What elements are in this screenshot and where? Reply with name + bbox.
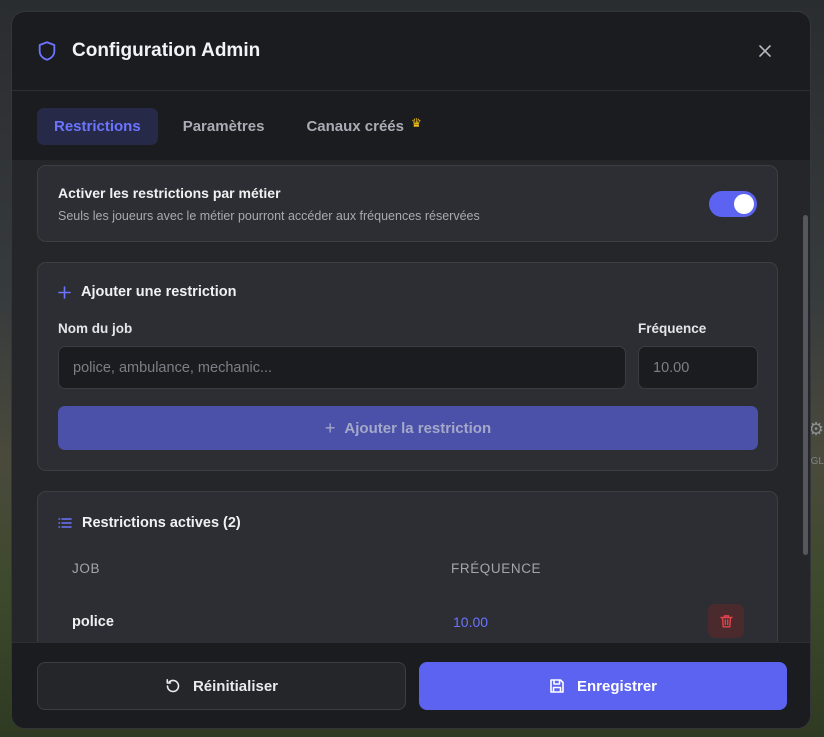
close-button[interactable] [754, 40, 776, 62]
shield-icon [38, 41, 56, 61]
job-name-label: Nom du job [58, 321, 133, 336]
list-icon [58, 518, 72, 528]
close-icon [759, 45, 771, 57]
job-name-input[interactable] [58, 346, 626, 389]
active-restrictions-title: Restrictions actives (2) [82, 515, 241, 531]
tab-bar: Restrictions Paramètres Canaux créés ♛ [12, 92, 810, 160]
frequency-label: Fréquence [638, 321, 707, 336]
reset-icon [166, 679, 180, 693]
add-restriction-button-label: Ajouter la restriction [344, 419, 492, 437]
add-restriction-button[interactable]: + Ajouter la restriction [58, 406, 758, 450]
add-restriction-card: Ajouter une restriction Nom du job Fréqu… [37, 262, 778, 471]
plus-icon [58, 285, 71, 299]
restrictions-toggle[interactable] [709, 191, 757, 217]
frequency-input[interactable] [638, 346, 758, 389]
active-restrictions-card: Restrictions actives (2) JOB FRÉQUENCE p… [37, 491, 778, 642]
content-scrollbar[interactable] [803, 215, 808, 555]
toggle-title: Activer les restrictions par métier [58, 185, 281, 201]
add-restriction-header: Ajouter une restriction [58, 284, 237, 300]
trash-icon [719, 615, 733, 628]
toggle-description: Seuls les joueurs avec le métier pourron… [58, 209, 480, 223]
reset-button-label: Réinitialiser [192, 677, 279, 695]
admin-config-modal: Configuration Admin Restrictions Paramèt… [11, 11, 811, 729]
modal-title: Configuration Admin [72, 40, 261, 61]
tab-label: Canaux créés [306, 117, 404, 135]
save-button-label: Enregistrer [576, 677, 658, 695]
tab-parametres[interactable]: Paramètres [166, 108, 282, 145]
tab-label: Paramètres [182, 117, 265, 135]
plus-icon: + [324, 417, 336, 438]
job-restriction-toggle-card: Activer les restrictions par métier Seul… [37, 165, 778, 242]
tab-content: Activer les restrictions par métier Seul… [12, 160, 810, 642]
crown-icon: ♛ [411, 116, 422, 130]
restriction-job-cell: police [72, 614, 114, 630]
add-restriction-title: Ajouter une restriction [81, 284, 237, 300]
column-header-frequency: FRÉQUENCE [451, 561, 542, 576]
restriction-frequency-cell: 10.00 [453, 614, 489, 630]
tab-restrictions[interactable]: Restrictions [37, 107, 158, 145]
reset-button[interactable]: Réinitialiser [37, 662, 406, 710]
background-fragment: GL [810, 456, 824, 467]
toggle-knob [734, 194, 754, 214]
save-button[interactable]: Enregistrer [419, 662, 787, 710]
modal-header: Configuration Admin [12, 12, 810, 91]
modal-footer: Réinitialiser Enregistrer [12, 642, 810, 728]
save-icon [550, 679, 564, 693]
tab-label: Restrictions [54, 117, 141, 135]
active-restrictions-header: Restrictions actives (2) [58, 515, 241, 531]
tab-canaux-crees[interactable]: Canaux créés ♛ [289, 108, 438, 145]
delete-restriction-button[interactable] [708, 604, 744, 638]
column-header-job: JOB [72, 561, 101, 576]
